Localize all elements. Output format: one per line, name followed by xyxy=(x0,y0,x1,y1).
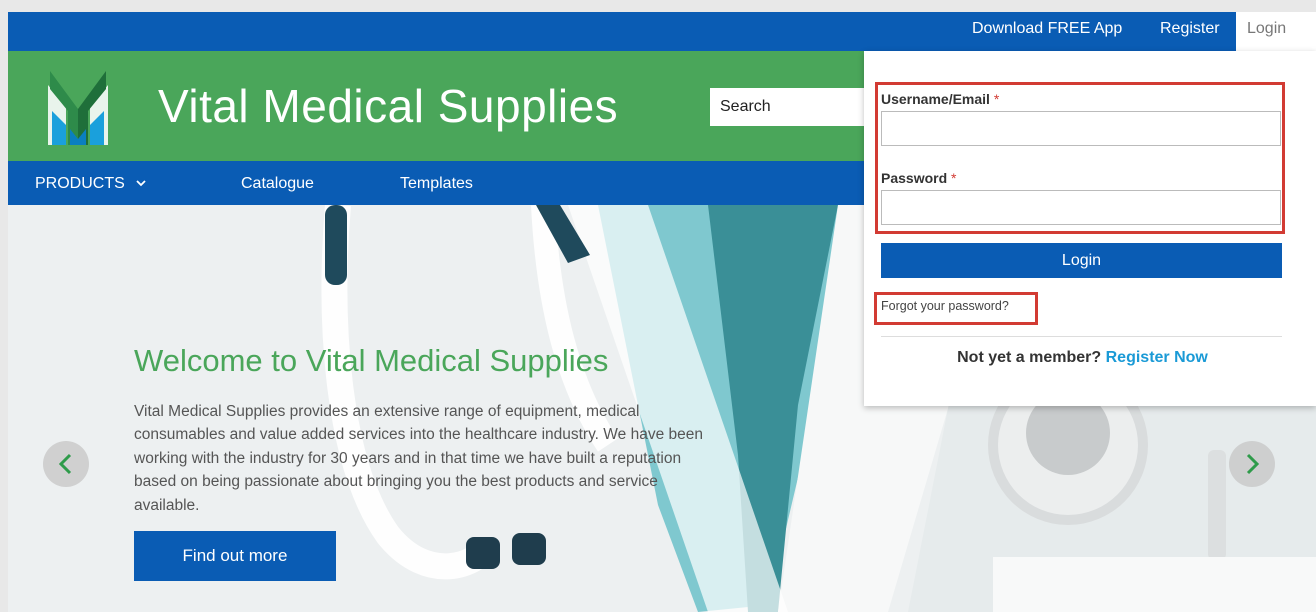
chevron-right-icon xyxy=(1246,453,1260,475)
carousel-next-button[interactable] xyxy=(1229,441,1275,487)
username-input[interactable] xyxy=(881,111,1281,146)
nav-catalogue[interactable]: Catalogue xyxy=(241,161,314,207)
search-input[interactable]: Search xyxy=(710,88,880,126)
nav-products-label: PRODUCTS xyxy=(35,175,125,192)
find-out-more-button[interactable]: Find out more xyxy=(134,531,336,581)
divider xyxy=(881,336,1282,337)
chevron-down-icon xyxy=(136,180,146,187)
page: Download FREE App Register Login Vital M… xyxy=(8,12,1316,612)
username-label: Username/Email * xyxy=(881,91,1000,107)
forgot-password-link[interactable]: Forgot your password? xyxy=(881,299,1009,313)
login-dropdown: Username/Email * Password * Login Forgot… xyxy=(864,51,1316,406)
not-member-text: Not yet a member? xyxy=(957,349,1102,366)
register-link[interactable]: Register xyxy=(1160,12,1220,51)
register-prompt: Not yet a member? Register Now xyxy=(864,349,1301,367)
top-bar: Download FREE App Register Login xyxy=(8,12,1316,51)
required-mark: * xyxy=(993,91,1000,107)
login-submit-button[interactable]: Login xyxy=(881,243,1282,278)
hero-title: Welcome to Vital Medical Supplies xyxy=(134,343,609,378)
password-input[interactable] xyxy=(881,190,1281,225)
nav-products[interactable]: PRODUCTS xyxy=(35,161,147,207)
chevron-left-icon xyxy=(58,453,72,475)
nav-templates[interactable]: Templates xyxy=(400,161,473,207)
download-app-link[interactable]: Download FREE App xyxy=(972,12,1122,51)
password-label: Password * xyxy=(881,170,957,186)
login-link[interactable]: Login xyxy=(1236,12,1316,51)
carousel-prev-button[interactable] xyxy=(43,441,89,487)
hero-description: Vital Medical Supplies provides an exten… xyxy=(134,403,703,514)
required-mark: * xyxy=(951,170,957,186)
logo-icon[interactable] xyxy=(46,67,110,147)
site-title: Vital Medical Supplies xyxy=(158,80,619,132)
register-now-link[interactable]: Register Now xyxy=(1106,349,1208,366)
